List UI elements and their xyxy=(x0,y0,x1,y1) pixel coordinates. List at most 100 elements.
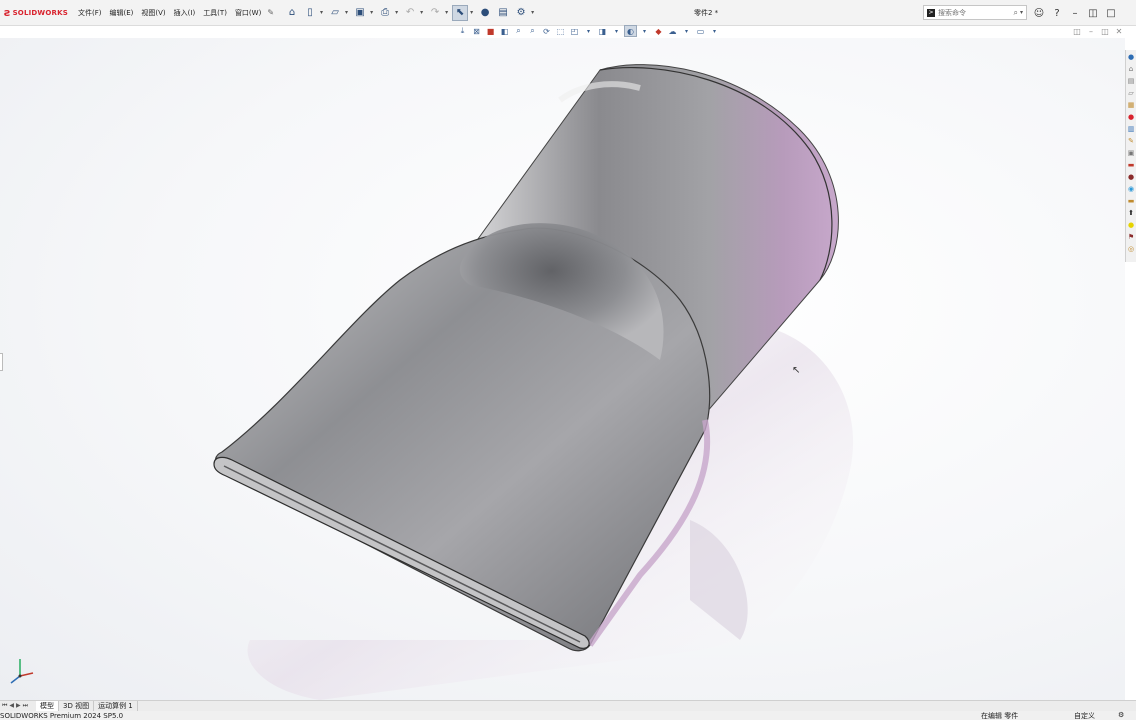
feature-manager-expand-tab[interactable] xyxy=(0,353,3,371)
save-icon[interactable]: ▣ xyxy=(352,5,368,21)
select-icon[interactable]: ⬉ xyxy=(452,4,469,21)
design-library-icon[interactable]: ▤ xyxy=(1127,75,1136,86)
solidworks-logo[interactable]: ƨ SOLIDWORKS xyxy=(4,6,68,19)
hide-show-icon[interactable]: ◨ xyxy=(596,25,609,37)
tool-pane-icon[interactable]: ✎ xyxy=(1127,135,1136,146)
rotate-icon[interactable]: ⟳ xyxy=(540,25,553,37)
window-controls: ☺ ? – ◫ □ xyxy=(1030,5,1120,21)
menu-insert[interactable]: 插入(I) xyxy=(170,8,200,18)
graphics-area[interactable]: ↖ xyxy=(0,38,1125,700)
mouse-cursor-icon: ↖ xyxy=(792,365,801,376)
library-pane-icon[interactable]: ▬ xyxy=(1127,159,1136,170)
menu-view[interactable]: 视图(V) xyxy=(137,8,169,18)
status-options-icon[interactable]: ⚙ xyxy=(1118,711,1124,719)
nozzle-model[interactable] xyxy=(0,38,1125,700)
file-properties-icon[interactable]: ▤ xyxy=(495,5,511,21)
select-dropdown-icon[interactable]: ▾ xyxy=(470,9,473,16)
file-explorer-icon[interactable]: ▱ xyxy=(1127,87,1136,98)
learn-pane-icon[interactable]: ⬆ xyxy=(1127,207,1136,218)
print-dropdown-icon[interactable]: ▾ xyxy=(395,9,398,16)
sensors-pane-icon[interactable]: ⚑ xyxy=(1127,231,1136,242)
pin-icon[interactable]: ✎ xyxy=(267,8,274,18)
undo-icon[interactable]: ↶ xyxy=(402,5,418,21)
zoom-to-fit-icon[interactable]: ⤓ xyxy=(456,25,469,37)
menu-bar: 文件(F) 编辑(E) 视图(V) 插入(I) 工具(T) 窗口(W) ✎ xyxy=(74,8,274,18)
menu-file[interactable]: 文件(F) xyxy=(74,8,106,18)
viewport-controls: ◫ – ◫ ✕ xyxy=(1070,27,1126,36)
viewport-tile-icon[interactable]: ◫ xyxy=(1098,27,1112,36)
display-style-icon[interactable]: ◰ xyxy=(568,25,581,37)
tab-first-icon[interactable]: ⏮ xyxy=(2,702,7,710)
menu-window[interactable]: 窗口(W) xyxy=(231,8,265,18)
rebuild-icon[interactable]: ● xyxy=(477,5,493,21)
user-icon[interactable]: ☺ xyxy=(1030,5,1048,21)
home-icon[interactable]: ⌂ xyxy=(284,5,300,21)
tab-3d-view[interactable]: 3D 视图 xyxy=(59,700,95,712)
search-input[interactable] xyxy=(938,8,1008,17)
appearances-icon[interactable]: ● xyxy=(1127,111,1136,122)
new-icon[interactable]: ▯ xyxy=(302,5,318,21)
tips-pane-icon[interactable]: ● xyxy=(1127,219,1136,230)
search-icon[interactable]: ⌕ xyxy=(1014,8,1018,18)
bottom-tab-bar: ⏮ ◀ ▶ ⏭ 模型 3D 视图 运动算例 1 xyxy=(0,700,1136,712)
menu-tools[interactable]: 工具(T) xyxy=(199,8,231,18)
title-bar: ƨ SOLIDWORKS 文件(F) 编辑(E) 视图(V) 插入(I) 工具(… xyxy=(0,0,1136,26)
options-dropdown-icon[interactable]: ▾ xyxy=(531,9,534,16)
print-icon[interactable]: ⎙ xyxy=(377,5,393,21)
home-pane-icon[interactable]: ⌂ xyxy=(1127,63,1136,74)
tab-next-icon[interactable]: ▶ xyxy=(16,702,21,710)
save-dropdown-icon[interactable]: ▾ xyxy=(370,9,373,16)
edit-appearance-dropdown-icon[interactable]: ▾ xyxy=(638,25,651,37)
scene-dropdown-icon[interactable]: ▾ xyxy=(680,25,693,37)
help-icon[interactable]: ? xyxy=(1048,5,1066,21)
heads-up-view-toolbar: ⤓ ⊠ ■ ◧ ⌕ ⌕ ⟳ ⬚ ◰ ▾ ◨ ▾ ◐ ▾ ◆ ☁ ▾ ▭ ▾ xyxy=(456,24,722,38)
redo-dropdown-icon[interactable]: ▾ xyxy=(445,9,448,16)
edit-appearance-icon[interactable]: ◐ xyxy=(624,25,637,37)
status-editing: 在编辑 零件 xyxy=(981,712,1019,720)
open-dropdown-icon[interactable]: ▾ xyxy=(345,9,348,16)
status-custom-units[interactable]: 自定义 xyxy=(1074,711,1095,720)
viewport-close-icon[interactable]: ✕ xyxy=(1112,27,1126,36)
tab-motion-study[interactable]: 运动算例 1 xyxy=(94,700,138,712)
dynamic-annotation-icon[interactable]: ⌕ xyxy=(512,25,525,37)
undo-dropdown-icon[interactable]: ▾ xyxy=(420,9,423,16)
zoom-in-out-icon[interactable]: ⌕ xyxy=(526,25,539,37)
previous-view-icon[interactable]: ■ xyxy=(484,25,497,37)
redo-icon[interactable]: ↷ xyxy=(427,5,443,21)
logo-text: SOLIDWORKS xyxy=(12,8,68,17)
open-icon[interactable]: ▱ xyxy=(327,5,343,21)
document-recovery-icon[interactable]: ▣ xyxy=(1127,147,1136,158)
quick-access-toolbar: ⌂ ▯ ▾ ▱ ▾ ▣ ▾ ⎙ ▾ ↶ ▾ ↷ ▾ ⬉ ▾ ● ▤ ⚙ ▾ xyxy=(284,4,538,21)
restore-icon[interactable]: ◫ xyxy=(1084,5,1102,21)
tab-last-icon[interactable]: ⏭ xyxy=(23,702,28,710)
new-dropdown-icon[interactable]: ▾ xyxy=(320,9,323,16)
minimize-icon[interactable]: – xyxy=(1066,5,1084,21)
menu-edit[interactable]: 编辑(E) xyxy=(106,8,138,18)
search-commands[interactable]: > ⌕ ▾ xyxy=(923,5,1027,20)
favorites-pane-icon[interactable]: ◎ xyxy=(1127,243,1136,254)
custom-properties-icon[interactable]: ▥ xyxy=(1127,123,1136,134)
viewport-minimize-icon[interactable]: – xyxy=(1084,27,1098,36)
web-pane-icon[interactable]: ◉ xyxy=(1127,183,1136,194)
view-palette-icon[interactable]: ▦ xyxy=(1127,99,1136,110)
coordinate-triad-icon xyxy=(10,659,34,684)
tab-model[interactable]: 模型 xyxy=(36,700,59,712)
view-orientation-icon[interactable]: ⬚ xyxy=(554,25,567,37)
zoom-area-icon[interactable]: ⊠ xyxy=(470,25,483,37)
view-settings-dropdown-icon[interactable]: ▾ xyxy=(708,25,721,37)
maximize-icon[interactable]: □ xyxy=(1102,5,1120,21)
options-icon[interactable]: ⚙ xyxy=(513,5,529,21)
view-settings-icon[interactable]: ▭ xyxy=(694,25,707,37)
solidworks-resources-icon[interactable]: ● xyxy=(1127,51,1136,62)
status-product: SOLIDWORKS Premium 2024 SP5.0 xyxy=(0,711,124,720)
section-view-icon[interactable]: ◧ xyxy=(498,25,511,37)
scene-icon[interactable]: ☁ xyxy=(666,25,679,37)
notes-pane-icon[interactable]: ▬ xyxy=(1127,195,1136,206)
hide-show-dropdown-icon[interactable]: ▾ xyxy=(610,25,623,37)
display-style-dropdown-icon[interactable]: ▾ xyxy=(582,25,595,37)
apply-scene-icon[interactable]: ◆ xyxy=(652,25,665,37)
materials-pane-icon[interactable]: ● xyxy=(1127,171,1136,182)
viewport-restore-icon[interactable]: ◫ xyxy=(1070,27,1084,36)
tab-prev-icon[interactable]: ◀ xyxy=(9,702,14,710)
search-dropdown-icon[interactable]: ▾ xyxy=(1020,9,1023,16)
